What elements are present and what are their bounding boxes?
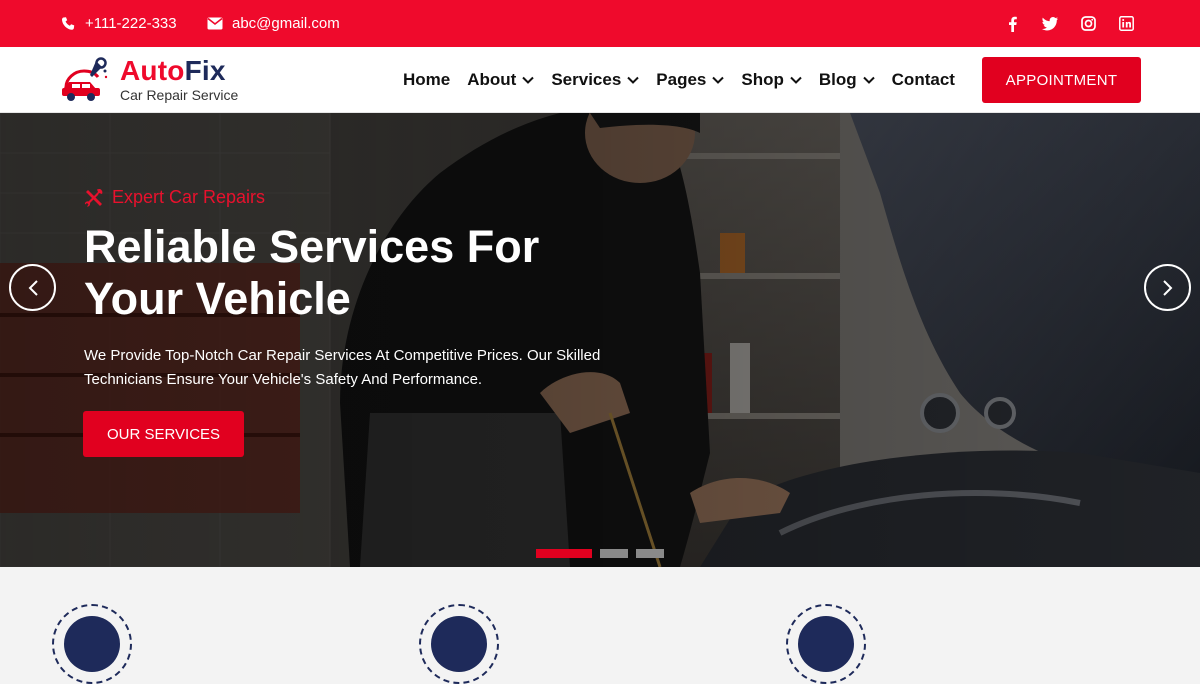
social-links: [1004, 0, 1134, 47]
brand-name-part2: Fix: [184, 55, 226, 86]
chevron-down-icon: [712, 76, 725, 84]
phone-number: +111-222-333: [85, 15, 177, 32]
phone-contact[interactable]: +111-222-333: [60, 0, 177, 47]
nav-pages[interactable]: Pages: [656, 70, 725, 90]
our-services-button[interactable]: OUR SERVICES: [83, 411, 244, 457]
hero-eyebrow-text: Expert Car Repairs: [112, 187, 266, 207]
top-bar: +111-222-333 abc@gmail.com: [0, 0, 1200, 47]
slider-dot-1[interactable]: [536, 549, 592, 558]
slider-next-button[interactable]: [1144, 264, 1191, 311]
linkedin-icon[interactable]: [1118, 16, 1134, 32]
nav-about[interactable]: About: [467, 70, 535, 90]
twitter-icon[interactable]: [1042, 16, 1058, 32]
tools-icon: [84, 188, 103, 207]
slider-prev-button[interactable]: [9, 264, 56, 311]
appointment-button[interactable]: APPOINTMENT: [982, 57, 1141, 103]
nav-blog[interactable]: Blog: [819, 70, 875, 90]
hero-slider: Expert Car Repairs Reliable Services For…: [0, 113, 1200, 567]
hero-eyebrow: Expert Car Repairs: [84, 187, 265, 208]
car-wrench-logo-icon: [60, 57, 110, 103]
chevron-down-icon: [627, 76, 639, 84]
feature-icon-circle: [786, 604, 866, 684]
nav-label: Blog: [818, 70, 857, 89]
features-section: [0, 567, 1200, 684]
hero-overlay: [0, 113, 1200, 567]
instagram-icon[interactable]: [1080, 16, 1096, 32]
main-header: AutoFix Car Repair Service Home About Se…: [0, 47, 1200, 113]
slider-dot-3[interactable]: [636, 549, 664, 558]
nav-label: Shop: [741, 70, 784, 89]
hero-title: Reliable Services For Your Vehicle: [84, 221, 644, 325]
main-nav: Home About Services Pages Shop Blog Cont…: [403, 47, 972, 113]
chevron-down-icon: [862, 76, 875, 84]
phone-icon: [61, 16, 75, 30]
nav-home[interactable]: Home: [403, 70, 450, 90]
hero-description: We Provide Top-Notch Car Repair Services…: [84, 344, 644, 392]
nav-label: Home: [403, 70, 451, 89]
feature-icon-circle: [419, 604, 499, 684]
brand-name: AutoFix: [120, 57, 238, 85]
site-logo[interactable]: AutoFix Car Repair Service: [60, 57, 238, 103]
nav-label: Services: [551, 70, 622, 89]
slider-pagination: [536, 549, 664, 558]
email-contact[interactable]: abc@gmail.com: [207, 0, 340, 47]
brand-tagline: Car Repair Service: [120, 87, 239, 103]
chevron-down-icon: [790, 76, 802, 84]
email-address: abc@gmail.com: [232, 15, 340, 32]
envelope-icon: [207, 17, 223, 30]
feature-icon-circle: [52, 604, 132, 684]
nav-services[interactable]: Services: [551, 70, 639, 90]
chevron-down-icon: [522, 76, 535, 84]
nav-label: Contact: [891, 70, 955, 89]
brand-name-part1: Auto: [120, 55, 185, 86]
nav-contact[interactable]: Contact: [892, 70, 955, 90]
hero-desc-line1: We Provide Top-Notch Car Repair Services…: [84, 347, 601, 364]
nav-shop[interactable]: Shop: [741, 70, 802, 90]
chevron-left-icon: [28, 279, 38, 296]
hero-title-line1: Reliable Services For: [84, 221, 540, 272]
nav-label: Pages: [656, 70, 707, 89]
slider-dot-2[interactable]: [600, 549, 628, 558]
chevron-right-icon: [1162, 279, 1172, 296]
hero-desc-line2: Technicians Ensure Your Vehicle's Safety…: [84, 371, 483, 388]
facebook-icon[interactable]: [1004, 16, 1020, 32]
hero-title-line2: Your Vehicle: [84, 273, 351, 324]
nav-label: About: [467, 70, 517, 89]
